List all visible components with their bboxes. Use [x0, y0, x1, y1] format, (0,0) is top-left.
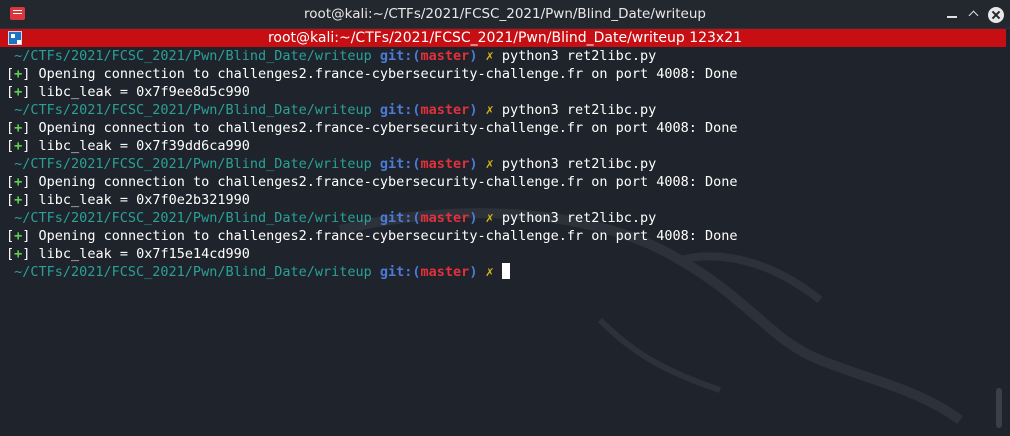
output-line-leak: [+] libc_leak = 0x7f15e14cd990: [6, 245, 996, 263]
output-line-connection: [+] Opening connection to challenges2.fr…: [6, 227, 996, 245]
prompt-dirty-icon: ✗: [477, 156, 494, 172]
minimize-icon[interactable]: [944, 6, 960, 22]
output-line-connection: [+] Opening connection to challenges2.fr…: [6, 173, 996, 191]
status-open: [: [6, 246, 15, 262]
status-open: [: [6, 120, 15, 136]
prompt-line: ~/CTFs/2021/FCSC_2021/Pwn/Blind_Date/wri…: [6, 155, 996, 173]
terminal-output[interactable]: ~/CTFs/2021/FCSC_2021/Pwn/Blind_Date/wri…: [6, 47, 996, 433]
prompt-git-label: git:(: [371, 156, 421, 172]
tab-title: root@kali:~/CTFs/2021/FCSC_2021/Pwn/Blin…: [267, 30, 743, 46]
connection-text: Opening connection to challenges2.france…: [30, 120, 738, 136]
status-open: [: [6, 228, 15, 244]
connection-text: Opening connection to challenges2.france…: [30, 174, 738, 190]
prompt-dirty-icon: ✗: [477, 210, 494, 226]
title-bar[interactable]: root@kali:~/CTFs/2021/FCSC_2021/Pwn/Blin…: [0, 0, 1010, 29]
scrollbar[interactable]: [996, 388, 1002, 428]
prompt-line-current[interactable]: ~/CTFs/2021/FCSC_2021/Pwn/Blind_Date/wri…: [6, 263, 996, 281]
leak-text: libc_leak = 0x7f0e2b321990: [30, 192, 250, 208]
connection-text: Opening connection to challenges2.france…: [30, 66, 738, 82]
output-line-leak: [+] libc_leak = 0x7f0e2b321990: [6, 191, 996, 209]
command-text: python3 ret2libc.py: [493, 48, 657, 64]
status-open: [: [6, 66, 15, 82]
prompt-branch: master: [420, 264, 470, 280]
command-text: python3 ret2libc.py: [493, 210, 657, 226]
status-open: [: [6, 138, 15, 154]
leak-text: libc_leak = 0x7f9ee8d5c990: [30, 84, 250, 100]
output-line-connection: [+] Opening connection to challenges2.fr…: [6, 119, 996, 137]
output-line-connection: [+] Opening connection to challenges2.fr…: [6, 65, 996, 83]
connection-text: Opening connection to challenges2.france…: [30, 228, 738, 244]
prompt-dirty-icon: ✗: [477, 102, 494, 118]
prompt-path: ~/CTFs/2021/FCSC_2021/Pwn/Blind_Date/wri…: [6, 102, 372, 118]
prompt-line: ~/CTFs/2021/FCSC_2021/Pwn/Blind_Date/wri…: [6, 101, 996, 119]
prompt-git-label: git:(: [371, 48, 421, 64]
maximize-icon[interactable]: [966, 6, 982, 22]
prompt-dirty-icon: ✗: [477, 264, 494, 280]
command-text: python3 ret2libc.py: [493, 156, 657, 172]
command-text: python3 ret2libc.py: [493, 102, 657, 118]
leak-text: libc_leak = 0x7f39dd6ca990: [30, 138, 250, 154]
status-open: [: [6, 192, 15, 208]
text-cursor[interactable]: [501, 263, 510, 279]
prompt-dirty-icon: ✗: [477, 48, 494, 64]
prompt-branch: master: [420, 156, 470, 172]
prompt-path: ~/CTFs/2021/FCSC_2021/Pwn/Blind_Date/wri…: [6, 210, 372, 226]
window-title: root@kali:~/CTFs/2021/FCSC_2021/Pwn/Blin…: [304, 6, 706, 22]
terminal-window: root@kali:~/CTFs/2021/FCSC_2021/Pwn/Blin…: [0, 0, 1010, 436]
tab-bar[interactable]: root@kali:~/CTFs/2021/FCSC_2021/Pwn/Blin…: [0, 29, 1006, 47]
close-icon[interactable]: [988, 7, 1004, 23]
status-open: [: [6, 84, 15, 100]
prompt-path: ~/CTFs/2021/FCSC_2021/Pwn/Blind_Date/wri…: [6, 264, 372, 280]
prompt-path: ~/CTFs/2021/FCSC_2021/Pwn/Blind_Date/wri…: [6, 48, 372, 64]
prompt-git-label: git:(: [371, 102, 421, 118]
leak-text: libc_leak = 0x7f15e14cd990: [30, 246, 250, 262]
output-line-leak: [+] libc_leak = 0x7f39dd6ca990: [6, 137, 996, 155]
prompt-branch: master: [420, 210, 470, 226]
prompt-line: ~/CTFs/2021/FCSC_2021/Pwn/Blind_Date/wri…: [6, 209, 996, 227]
prompt-line: ~/CTFs/2021/FCSC_2021/Pwn/Blind_Date/wri…: [6, 47, 996, 65]
status-open: [: [6, 174, 15, 190]
prompt-git-label: git:(: [371, 210, 421, 226]
prompt-branch: master: [420, 48, 470, 64]
prompt-git-label: git:(: [371, 264, 421, 280]
prompt-branch: master: [420, 102, 470, 118]
output-line-leak: [+] libc_leak = 0x7f9ee8d5c990: [6, 83, 996, 101]
prompt-path: ~/CTFs/2021/FCSC_2021/Pwn/Blind_Date/wri…: [6, 156, 372, 172]
